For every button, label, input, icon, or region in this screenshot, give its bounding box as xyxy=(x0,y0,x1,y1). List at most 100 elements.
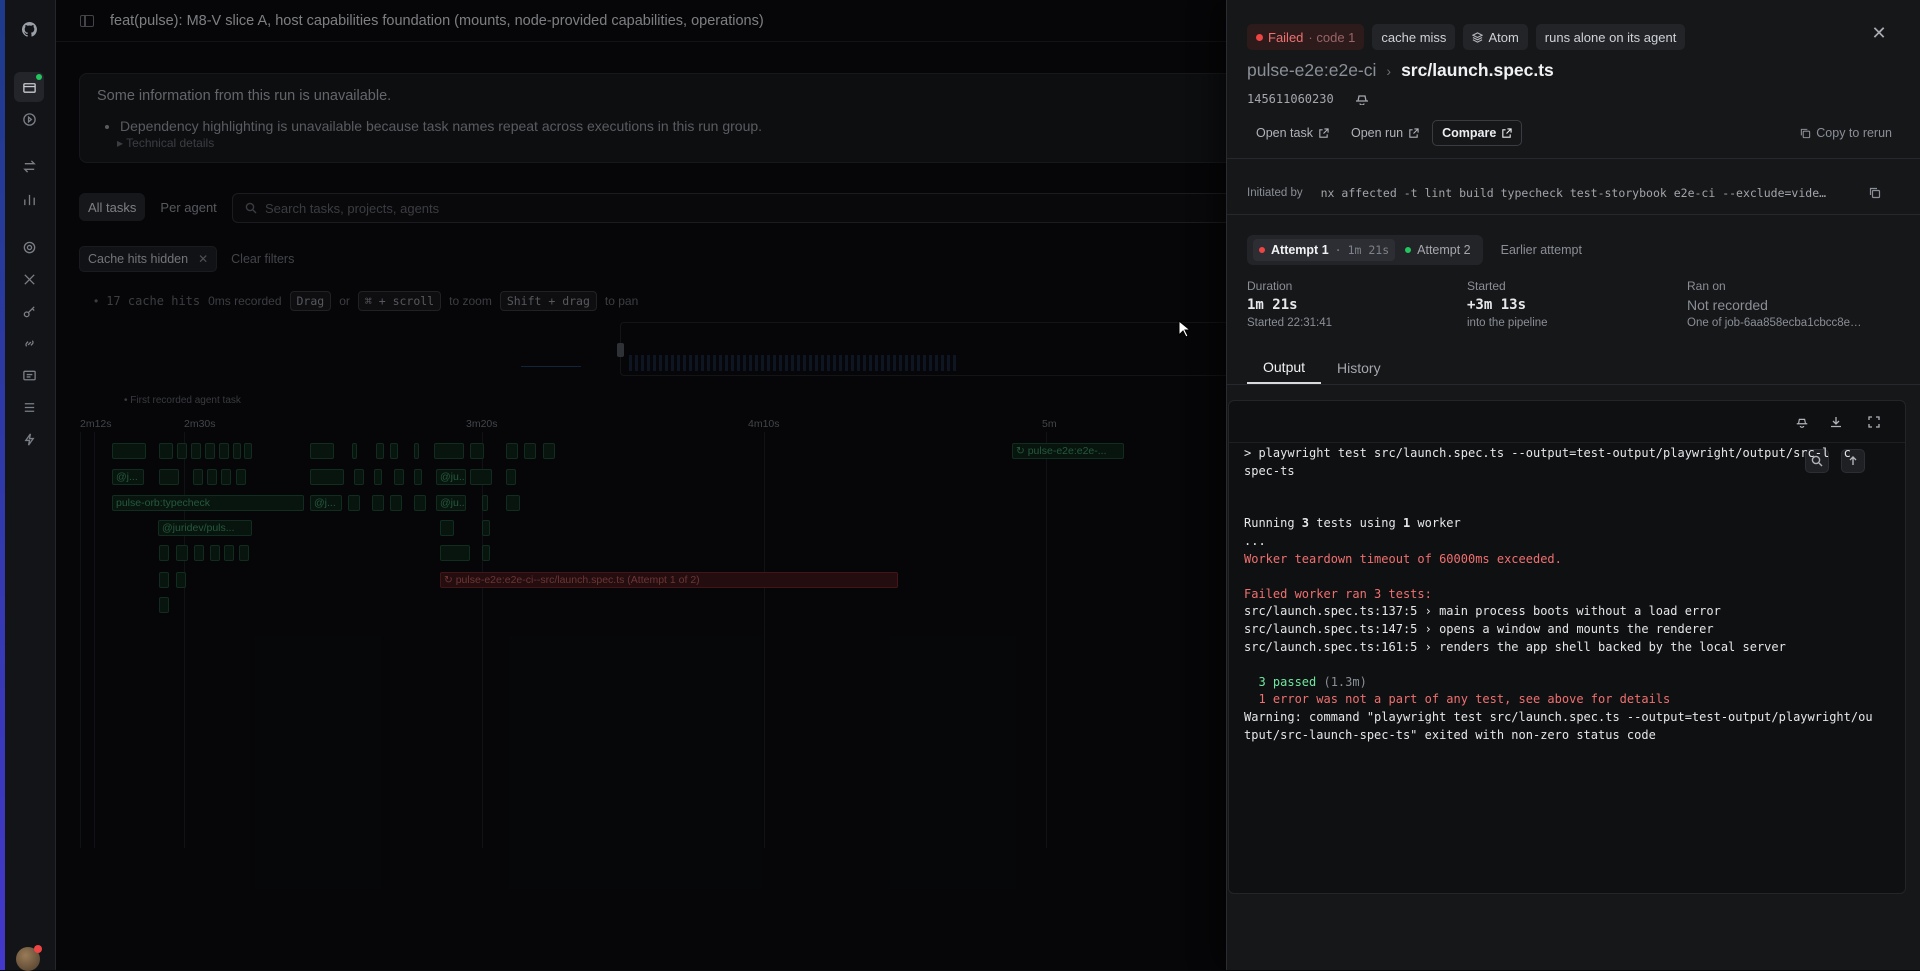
card-icon[interactable] xyxy=(20,366,38,384)
task-bar[interactable] xyxy=(372,495,384,511)
task-bar[interactable] xyxy=(390,443,398,459)
task-bar[interactable] xyxy=(176,572,186,588)
task-bar-failed[interactable]: ↻ pulse-e2e:e2e-ci--src/launch.spec.ts (… xyxy=(440,572,898,588)
task-bar[interactable] xyxy=(205,443,215,459)
task-bar[interactable] xyxy=(506,469,516,485)
stat-value: +3m 13s xyxy=(1467,297,1527,313)
minimap-handle[interactable] xyxy=(617,343,624,357)
task-bar[interactable] xyxy=(440,545,470,561)
task-bar[interactable] xyxy=(506,443,518,459)
task-bar[interactable] xyxy=(482,545,490,561)
task-bar[interactable] xyxy=(414,495,426,511)
task-bar[interactable] xyxy=(159,545,169,561)
swap-icon[interactable] xyxy=(20,157,38,175)
terminal-error-line: Worker teardown timeout of 60000ms excee… xyxy=(1244,551,1562,566)
clear-filters-button[interactable]: Clear filters xyxy=(231,252,294,266)
task-bar[interactable]: @ju... xyxy=(436,495,466,511)
download-icon[interactable] xyxy=(1827,413,1845,431)
task-bar[interactable] xyxy=(176,545,188,561)
task-bar[interactable] xyxy=(191,443,201,459)
task-bar[interactable] xyxy=(210,545,220,561)
divider xyxy=(1227,384,1920,385)
task-bar[interactable] xyxy=(390,495,402,511)
task-bar[interactable] xyxy=(193,469,203,485)
task-bar[interactable] xyxy=(354,469,364,485)
task-bar[interactable] xyxy=(470,469,492,485)
github-icon[interactable] xyxy=(20,20,38,38)
task-bar[interactable] xyxy=(348,495,360,511)
layers-icon xyxy=(1472,31,1484,43)
task-bar[interactable]: pulse-orb:typecheck xyxy=(112,495,304,511)
task-bar[interactable] xyxy=(219,443,229,459)
task-bar[interactable] xyxy=(414,443,419,459)
tab-history[interactable]: History xyxy=(1321,352,1397,384)
task-bar[interactable] xyxy=(159,572,169,588)
task-bar[interactable]: @j... xyxy=(112,469,144,485)
sidebar-toggle-icon[interactable] xyxy=(80,14,94,27)
task-bar[interactable] xyxy=(482,520,490,536)
task-bar[interactable] xyxy=(352,443,357,459)
task-bar[interactable] xyxy=(224,545,234,561)
settings-icon[interactable] xyxy=(20,238,38,256)
task-bar[interactable] xyxy=(159,443,173,459)
task-bar[interactable]: @juridev/puls... xyxy=(158,520,252,536)
task-bar[interactable] xyxy=(236,469,246,485)
task-bar[interactable] xyxy=(310,469,344,485)
tools-icon[interactable] xyxy=(20,270,38,288)
task-bar[interactable] xyxy=(543,443,555,459)
task-bar[interactable] xyxy=(310,443,334,459)
avatar[interactable] xyxy=(16,945,42,971)
filter-chip-cache-hits[interactable]: Cache hits hidden ✕ xyxy=(79,246,218,272)
task-bar[interactable] xyxy=(159,469,179,485)
task-bar[interactable] xyxy=(194,545,204,561)
project-name[interactable]: pulse-e2e:e2e-ci xyxy=(1247,60,1376,81)
task-bar[interactable] xyxy=(434,443,464,459)
task-bar[interactable] xyxy=(506,495,520,511)
task-bar[interactable] xyxy=(440,520,454,536)
task-bar[interactable] xyxy=(376,443,384,459)
tab-all-tasks[interactable]: All tasks xyxy=(79,193,146,221)
task-bar[interactable] xyxy=(482,495,488,511)
box-icon[interactable] xyxy=(14,72,44,102)
task-bar[interactable]: @j... xyxy=(310,495,342,511)
attempt-1-tab[interactable]: Attempt 1 · 1m 21s xyxy=(1253,239,1396,261)
cache-hits-count: 17 cache hits xyxy=(106,294,201,308)
task-bar[interactable]: @ju... xyxy=(436,469,466,485)
task-bar[interactable] xyxy=(233,443,241,459)
timeline-minimap[interactable] xyxy=(521,322,1240,376)
attempt-2-tab[interactable]: Attempt 2 xyxy=(1399,239,1477,261)
sliders-icon[interactable] xyxy=(20,398,38,416)
task-bar[interactable] xyxy=(239,545,249,561)
task-bar[interactable] xyxy=(414,469,422,485)
copy-to-rerun-button[interactable]: Copy to rerun xyxy=(1791,120,1901,146)
task-bar[interactable] xyxy=(244,443,252,459)
task-bar[interactable] xyxy=(159,597,169,613)
open-run-button[interactable]: Open run xyxy=(1342,120,1428,146)
compare-button[interactable]: Compare xyxy=(1432,120,1523,146)
bar-chart-icon[interactable] xyxy=(20,190,38,208)
technical-details-toggle[interactable]: ▸ Technical details xyxy=(117,136,1251,150)
search-input[interactable]: Search tasks, projects, agents xyxy=(232,193,1252,223)
task-bar-e2e[interactable]: ↻ pulse-e2e:e2e-... xyxy=(1012,443,1124,459)
tab-per-agent[interactable]: Per agent xyxy=(151,193,225,221)
task-bar[interactable] xyxy=(394,469,404,485)
task-bar[interactable] xyxy=(177,443,187,459)
fullscreen-icon[interactable] xyxy=(1865,413,1883,431)
axis-tick: 2m30s xyxy=(184,418,216,430)
task-bar[interactable] xyxy=(470,443,484,459)
agent-hat-icon[interactable] xyxy=(1793,413,1811,431)
open-task-button[interactable]: Open task xyxy=(1247,120,1338,146)
task-bar[interactable] xyxy=(207,469,217,485)
task-bar[interactable] xyxy=(524,443,536,459)
copy-icon[interactable] xyxy=(1869,187,1881,199)
task-bar[interactable] xyxy=(374,469,382,485)
tab-output[interactable]: Output xyxy=(1247,352,1322,384)
key-icon[interactable] xyxy=(20,302,38,320)
remove-filter-icon[interactable]: ✕ xyxy=(198,252,208,266)
link-icon[interactable] xyxy=(20,334,38,352)
task-bar[interactable] xyxy=(112,443,146,459)
bolt-icon[interactable] xyxy=(20,430,38,448)
task-bar[interactable] xyxy=(221,469,231,485)
close-icon[interactable]: ✕ xyxy=(1870,24,1888,42)
play-circle-icon[interactable] xyxy=(20,110,38,128)
